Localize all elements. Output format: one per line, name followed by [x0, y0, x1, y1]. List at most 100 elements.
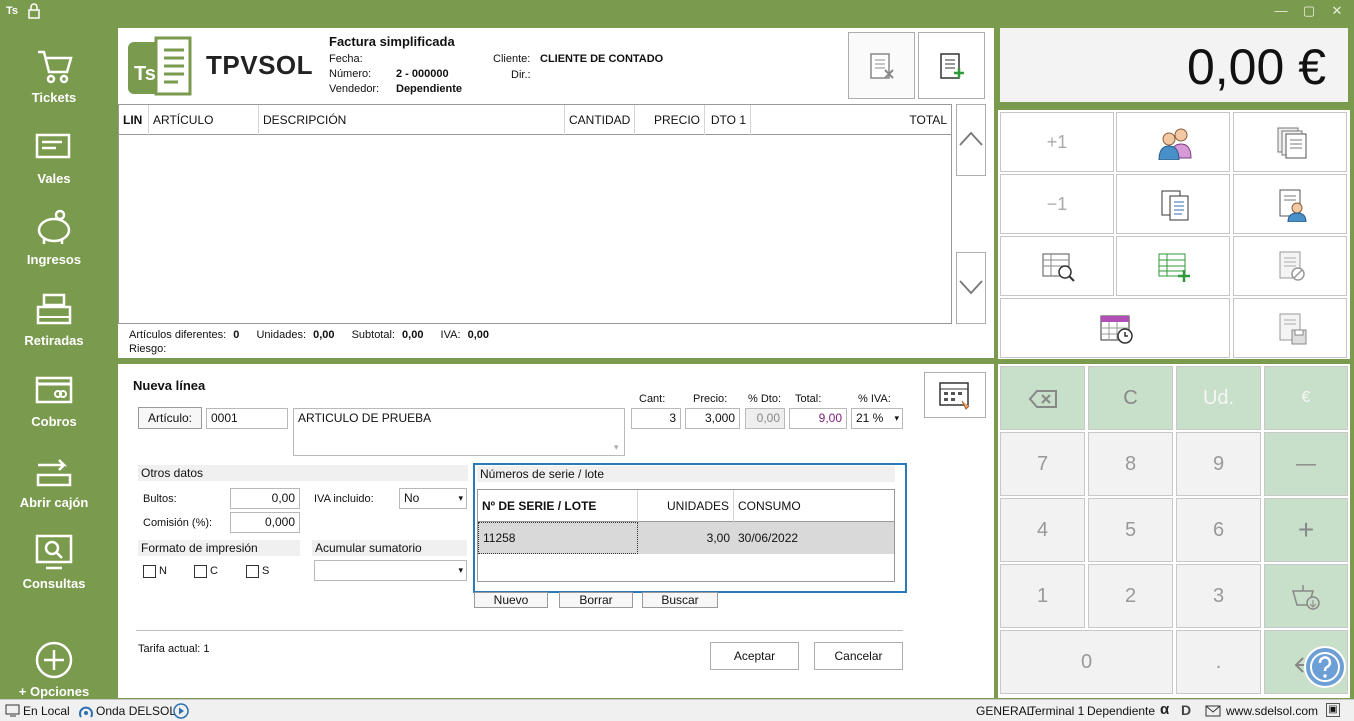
sidebar-item-opciones[interactable]: + Opciones	[0, 628, 108, 699]
units-key[interactable]: Ud.	[1176, 366, 1261, 430]
key-4[interactable]: 4	[1000, 498, 1085, 562]
descripcion-scroll-icon[interactable]: ▾	[614, 442, 619, 453]
key-5[interactable]: 5	[1088, 498, 1173, 562]
sidebar-item-abrir-cajon[interactable]: Abrir cajón	[0, 439, 108, 510]
calendar-button[interactable]	[1000, 298, 1230, 358]
sidebar-item-ingresos[interactable]: Ingresos	[0, 196, 108, 267]
borrar-button[interactable]: Borrar	[559, 592, 633, 608]
lock-icon[interactable]	[28, 3, 40, 19]
title-bar: Ts — ▢ ✕	[0, 0, 1354, 24]
table-row[interactable]: 11258 3,00 30/06/2022	[478, 522, 894, 554]
info-icon[interactable]: ▣	[1326, 703, 1340, 717]
col-lin[interactable]: LIN	[119, 105, 149, 135]
bultos-input[interactable]: 0,00	[230, 488, 300, 509]
col-cantidad[interactable]: CANTIDAD	[565, 105, 635, 135]
maximize-button[interactable]: ▢	[1296, 2, 1322, 20]
col-articulo[interactable]: ARTÍCULO	[149, 105, 259, 135]
cliente-value[interactable]: CLIENTE DE CONTADO	[540, 53, 663, 65]
col-serie[interactable]: Nº DE SERIE / LOTE	[478, 490, 638, 522]
serie-cell[interactable]: 11258	[478, 522, 638, 554]
sidebar-item-tickets[interactable]: Tickets	[0, 34, 108, 105]
col-unidades[interactable]: UNIDADES	[638, 490, 734, 522]
formato-c-checkbox[interactable]	[194, 565, 207, 578]
new-line-panel: Nueva línea Artículo: 0001 ARTICULO DE P…	[118, 364, 994, 698]
nuevo-button[interactable]: Nuevo	[474, 592, 548, 608]
sidebar-item-consultas[interactable]: Consultas	[0, 520, 108, 591]
document-save-icon	[1279, 313, 1307, 345]
alpha-icon[interactable]: α	[1160, 701, 1169, 718]
cancel-doc-button[interactable]	[848, 32, 915, 99]
sidebar-item-cobros[interactable]: Cobros	[0, 358, 108, 429]
articulo-code-input[interactable]: 0001	[206, 408, 288, 429]
document-panel: Ts TPVSOL Factura simplificada Fecha: Nú…	[118, 28, 994, 358]
vendedor-value: Dependiente	[396, 83, 463, 95]
cant-input[interactable]: 3	[631, 408, 681, 429]
key-3[interactable]: 3	[1176, 564, 1261, 628]
minus-one-button[interactable]: −1	[1000, 174, 1114, 234]
key-7[interactable]: 7	[1000, 432, 1085, 496]
cancelar-button[interactable]: Cancelar	[814, 642, 903, 670]
sidebar-item-vales[interactable]: Vales	[0, 115, 108, 186]
plus-circle-icon	[35, 641, 73, 679]
iva-incluido-select[interactable]: No ▾	[399, 488, 467, 509]
status-web[interactable]: www.sdelsol.com	[1226, 704, 1318, 718]
col-precio[interactable]: PRECIO	[635, 105, 705, 135]
col-total[interactable]: TOTAL	[751, 105, 951, 135]
dto-input[interactable]: 0,00	[745, 408, 785, 429]
sidebar-item-retiradas[interactable]: Retiradas	[0, 277, 108, 348]
col-dto1[interactable]: DTO 1	[705, 105, 751, 135]
key-dot[interactable]: .	[1176, 630, 1261, 694]
precio-input[interactable]: 3,000	[685, 408, 740, 429]
play-icon[interactable]	[173, 703, 189, 719]
plus-one-button[interactable]: +1	[1000, 112, 1114, 172]
documents-button[interactable]	[1233, 112, 1347, 172]
iva-select[interactable]: 21 % ▾	[851, 408, 903, 429]
close-button[interactable]: ✕	[1324, 2, 1350, 20]
key-0[interactable]: 0	[1000, 630, 1173, 694]
scroll-up-button[interactable]	[956, 104, 986, 176]
key-1[interactable]: 1	[1000, 564, 1085, 628]
plus-key[interactable]: +	[1264, 498, 1348, 562]
scale-key[interactable]	[1264, 564, 1348, 628]
key-8[interactable]: 8	[1088, 432, 1173, 496]
clear-key[interactable]: C	[1088, 366, 1173, 430]
descripcion-input[interactable]: ARTICULO DE PRUEBA	[293, 408, 625, 456]
new-doc-button[interactable]	[918, 32, 985, 99]
keyboard-grid-button[interactable]	[924, 372, 986, 418]
users-icon	[1158, 128, 1192, 160]
unidades-cell[interactable]: 3,00	[638, 522, 734, 554]
help-button[interactable]	[1304, 646, 1346, 688]
status-onda[interactable]: Onda DELSOL	[96, 704, 176, 718]
buscar-button[interactable]: Buscar	[642, 592, 718, 608]
search-doc-button[interactable]	[1000, 236, 1114, 296]
scroll-down-button[interactable]	[956, 252, 986, 324]
aceptar-button[interactable]: Aceptar	[710, 642, 799, 670]
acumular-select[interactable]: ▾	[314, 560, 467, 581]
lines-table[interactable]: LIN ARTÍCULO DESCRIPCIÓN CANTIDAD PRECIO…	[118, 104, 952, 324]
consumo-cell[interactable]: 30/06/2022	[738, 522, 888, 554]
backspace-key[interactable]	[1000, 366, 1085, 430]
minus-key[interactable]: —	[1264, 432, 1348, 496]
key-6[interactable]: 6	[1176, 498, 1261, 562]
col-descripcion[interactable]: DESCRIPCIÓN	[259, 105, 565, 135]
copy-doc-button[interactable]	[1116, 174, 1230, 234]
key-9[interactable]: 9	[1176, 432, 1261, 496]
formato-n-checkbox[interactable]	[143, 565, 156, 578]
comision-input[interactable]: 0,000	[230, 512, 300, 533]
mail-icon[interactable]	[1205, 705, 1221, 717]
euro-key[interactable]: €	[1264, 366, 1348, 430]
key-2[interactable]: 2	[1088, 564, 1173, 628]
minimize-button[interactable]: —	[1268, 2, 1294, 20]
client-button[interactable]	[1116, 112, 1230, 172]
doc-client-button[interactable]	[1233, 174, 1347, 234]
save-doc-button[interactable]	[1233, 298, 1347, 358]
cancel-line-button[interactable]	[1233, 236, 1347, 296]
document-cancel-icon	[869, 53, 894, 79]
serie-table[interactable]: Nº DE SERIE / LOTE UNIDADES CONSUMO 1125…	[477, 489, 895, 582]
add-line-button[interactable]	[1116, 236, 1230, 296]
articulo-button[interactable]: Artículo:	[138, 407, 202, 429]
total-input[interactable]: 9,00	[789, 408, 847, 429]
col-consumo[interactable]: CONSUMO	[734, 490, 894, 522]
formato-s-checkbox[interactable]	[246, 565, 259, 578]
d-icon[interactable]: D	[1181, 702, 1191, 718]
